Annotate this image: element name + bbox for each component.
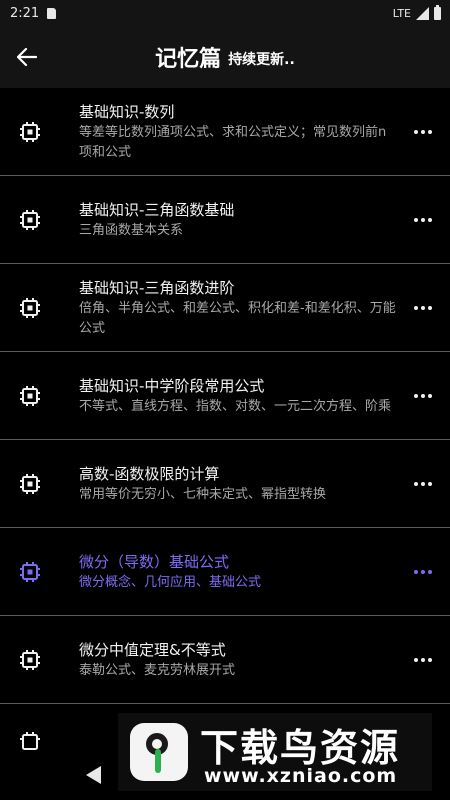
item-description: 常用等价无穷小、七种未定式、幂指型转换 — [79, 486, 327, 502]
item-title: 基础知识-中学阶段常用公式 — [79, 376, 265, 395]
watermark-url: www.xzniao.com — [204, 765, 398, 787]
list-item-selected[interactable]: 微分（导数）基础公式 微分概念、几何应用、基础公式 — [0, 528, 450, 616]
chip-icon — [20, 209, 40, 230]
nav-back-icon[interactable] — [86, 766, 101, 784]
back-button[interactable] — [0, 26, 54, 88]
signal-icon — [416, 6, 429, 20]
list-item[interactable]: 高数-函数极限的计算 常用等价无穷小、七种未定式、幂指型转换 — [0, 440, 450, 528]
chip-icon — [20, 649, 40, 670]
item-description: 等差等比数列通项公式、求和公式定义；常见数列前n项和公式 — [79, 124, 387, 160]
more-options-icon[interactable] — [410, 208, 436, 232]
item-description: 不等式、直线方程、指数、对数、一元二次方程、阶乘 — [79, 398, 392, 414]
chip-icon — [20, 297, 40, 318]
chip-icon — [20, 385, 40, 406]
item-text: 基础知识-中学阶段常用公式 不等式、直线方程、指数、对数、一元二次方程、阶乘 — [79, 375, 396, 417]
page-title: 记忆篇 — [155, 47, 222, 72]
more-options-icon[interactable] — [410, 384, 436, 408]
chip-icon — [20, 121, 40, 142]
sd-card-icon — [47, 7, 57, 19]
item-description: 微分概念、几何应用、基础公式 — [79, 574, 262, 590]
item-text: 微分（导数）基础公式 微分概念、几何应用、基础公式 — [79, 551, 396, 593]
list-item[interactable]: 基础知识-三角函数进阶 倍角、半角公式、和差公式、积化和差-和差化积、万能公式 — [0, 264, 450, 352]
item-title: 基础知识-三角函数进阶 — [79, 278, 235, 297]
battery-icon — [434, 4, 441, 20]
list-item[interactable]: 基础知识-中学阶段常用公式 不等式、直线方程、指数、对数、一元二次方程、阶乘 — [0, 352, 450, 440]
status-time: 2:21 — [10, 5, 40, 21]
list-item[interactable]: 微分中值定理&不等式 泰勒公式、麦克劳林展开式 — [0, 616, 450, 704]
app-title-group: 记忆篇 持续更新.. — [0, 26, 450, 88]
status-right: LTE — [392, 4, 441, 20]
watermark-overlay: 下载鸟资源 www.xzniao.com — [118, 713, 432, 791]
chip-icon — [20, 561, 40, 582]
item-description: 泰勒公式、麦克劳林展开式 — [79, 662, 236, 678]
more-options-icon[interactable] — [410, 560, 436, 584]
more-options-icon[interactable] — [410, 648, 436, 672]
more-options-icon[interactable] — [410, 472, 436, 496]
list-item[interactable]: 基础知识-三角函数基础 三角函数基本关系 — [0, 176, 450, 264]
item-title: 基础知识-数列 — [79, 102, 175, 121]
item-text: 基础知识-数列 等差等比数列通项公式、求和公式定义；常见数列前n项和公式 — [79, 101, 396, 163]
item-description: 三角函数基本关系 — [79, 222, 184, 238]
more-options-icon[interactable] — [410, 120, 436, 144]
arrow-left-icon — [17, 48, 37, 66]
watermark-logo — [130, 723, 188, 781]
item-text: 微分中值定理&不等式 泰勒公式、麦克劳林展开式 — [79, 639, 396, 681]
chip-icon — [20, 473, 40, 494]
item-title: 微分（导数）基础公式 — [79, 552, 230, 571]
more-options-icon[interactable] — [410, 296, 436, 320]
page-subtitle: 持续更新.. — [228, 52, 295, 68]
item-text: 高数-函数极限的计算 常用等价无穷小、七种未定式、幂指型转换 — [79, 463, 396, 505]
watermark-title: 下载鸟资源 — [200, 726, 401, 770]
status-bar: 2:21 LTE — [0, 0, 450, 26]
item-title: 高数-函数极限的计算 — [79, 464, 220, 483]
chip-icon — [20, 732, 40, 750]
item-text: 基础知识-三角函数基础 三角函数基本关系 — [79, 199, 396, 241]
app-bar: 记忆篇 持续更新.. — [0, 26, 450, 88]
item-title: 微分中值定理&不等式 — [79, 640, 226, 659]
item-title: 基础知识-三角函数基础 — [79, 200, 235, 219]
item-description: 倍角、半角公式、和差公式、积化和差-和差化积、万能公式 — [79, 300, 396, 336]
formula-list: 基础知识-数列 等差等比数列通项公式、求和公式定义；常见数列前n项和公式 基础知… — [0, 88, 450, 750]
network-type-label: LTE — [392, 6, 411, 20]
list-item[interactable]: 基础知识-数列 等差等比数列通项公式、求和公式定义；常见数列前n项和公式 — [0, 88, 450, 176]
item-text: 基础知识-三角函数进阶 倍角、半角公式、和差公式、积化和差-和差化积、万能公式 — [79, 277, 396, 339]
